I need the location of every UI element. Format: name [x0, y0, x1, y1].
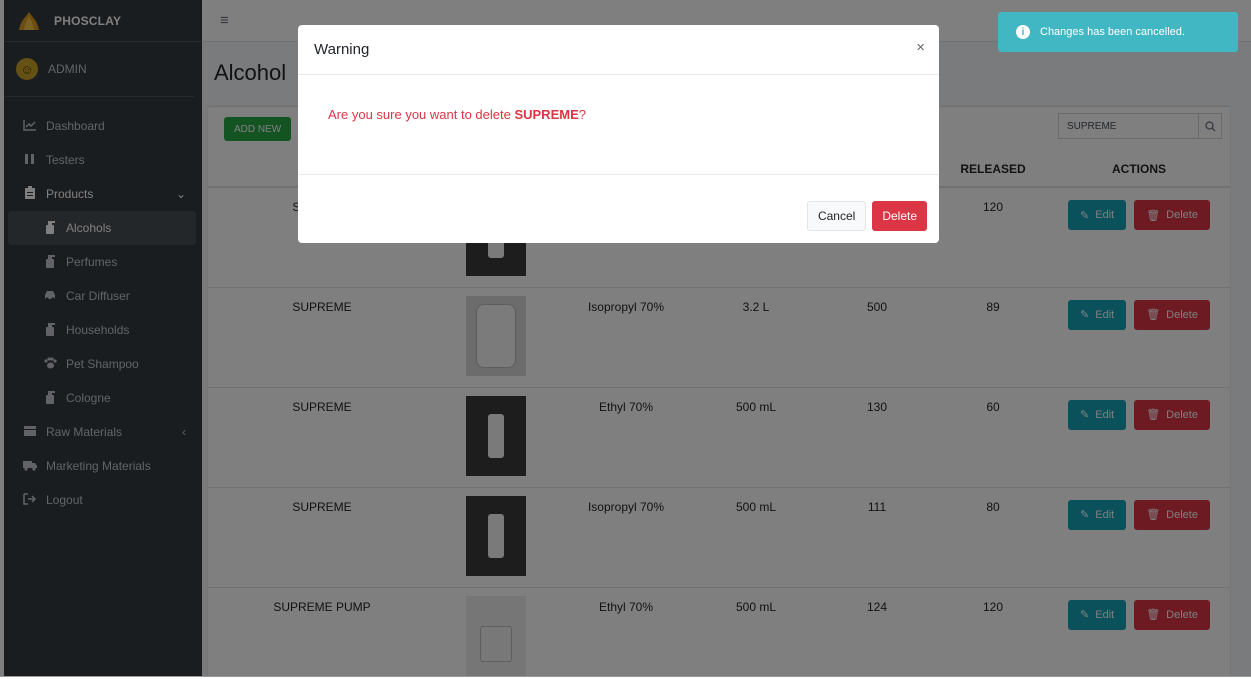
- modal-footer: Cancel Delete: [806, 201, 927, 231]
- toast-message: Changes has been cancelled.: [1040, 26, 1185, 38]
- cancel-button[interactable]: Cancel: [806, 201, 867, 231]
- modal-body: Are you sure you want to delete SUPREME?: [298, 75, 939, 175]
- close-icon[interactable]: ×: [916, 39, 925, 56]
- info-icon: i: [1016, 25, 1030, 39]
- warning-modal: Warning × Are you sure you want to delet…: [298, 25, 939, 243]
- modal-header: Warning: [298, 25, 939, 75]
- toast-notification[interactable]: i Changes has been cancelled.: [998, 12, 1238, 52]
- confirm-delete-button[interactable]: Delete: [872, 201, 927, 231]
- modal-message-prefix: Are you sure you want to delete: [328, 107, 515, 122]
- modal-item-name: SUPREME: [514, 107, 579, 122]
- modal-message-suffix: ?: [578, 107, 586, 122]
- modal-title: Warning: [314, 41, 370, 58]
